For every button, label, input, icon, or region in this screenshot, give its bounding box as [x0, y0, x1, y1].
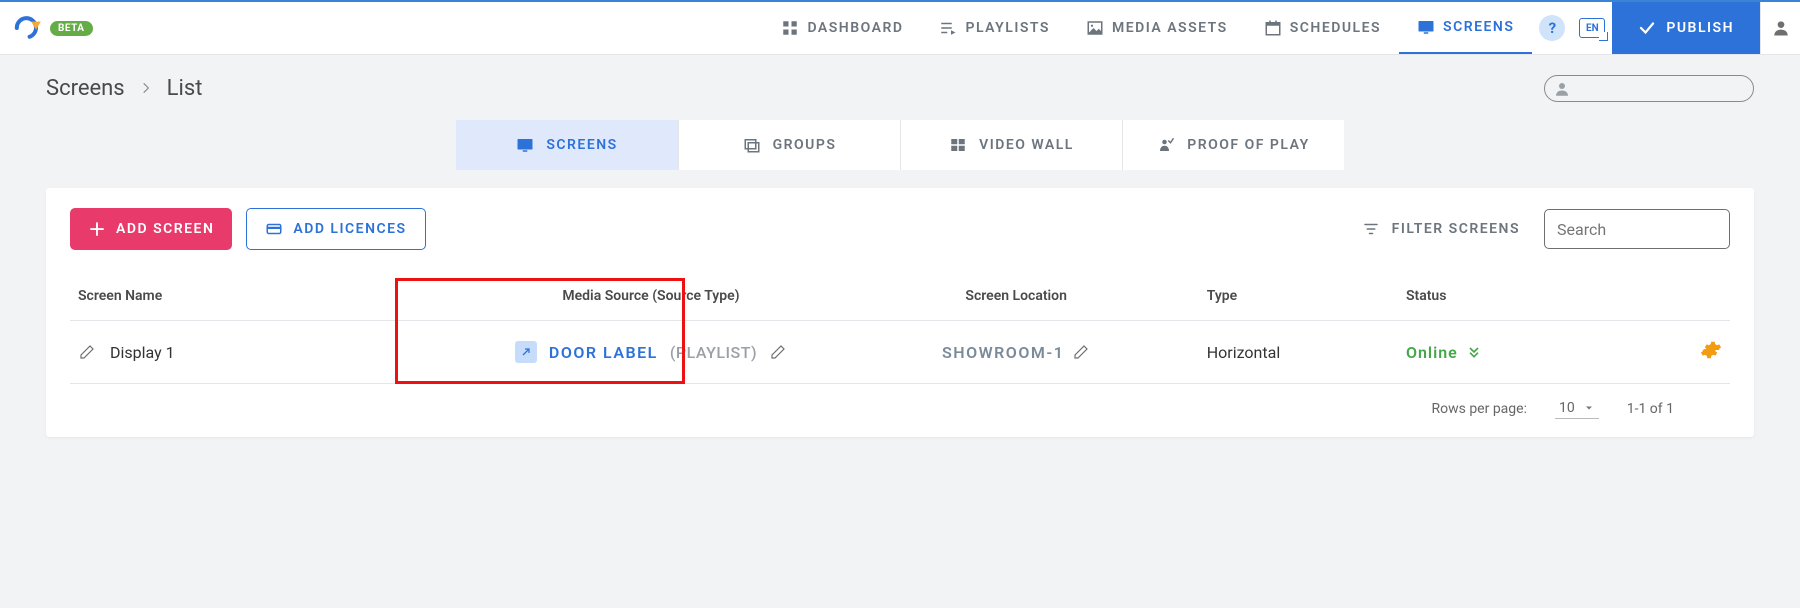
tab-label: GROUPS	[773, 137, 837, 153]
button-label: ADD LICENCES	[293, 221, 406, 237]
check-icon	[1638, 19, 1656, 37]
section-tabs: SCREENS GROUPS VIDEO WALL PROOF OF PLAY	[46, 120, 1754, 170]
publish-button[interactable]: PUBLISH	[1612, 2, 1760, 54]
caret-down-icon	[1583, 402, 1595, 414]
brand-logo-icon	[12, 15, 44, 41]
double-chevron-down-icon	[1466, 344, 1482, 360]
nav-dashboard[interactable]: DASHBOARD	[763, 2, 921, 54]
language-icon: EN	[1579, 18, 1605, 38]
tab-screens[interactable]: SCREENS	[456, 120, 678, 170]
card-icon	[265, 220, 283, 238]
nav-label: MEDIA ASSETS	[1112, 20, 1228, 36]
status-cell: Online	[1406, 343, 1622, 362]
th-media-source: Media Source (Source Type)	[468, 278, 833, 321]
edit-icon[interactable]	[1072, 343, 1090, 361]
account-button[interactable]	[1760, 2, 1800, 54]
user-chip[interactable]	[1544, 75, 1754, 102]
calendar-icon	[1264, 19, 1282, 37]
dashboard-icon	[781, 19, 799, 37]
nav-label: DASHBOARD	[807, 20, 903, 36]
screens-panel: ADD SCREEN ADD LICENCES FILTER SCREENS	[46, 188, 1754, 437]
tab-groups[interactable]: GROUPS	[678, 120, 900, 170]
filter-icon	[1362, 220, 1380, 238]
nav-label: PLAYLISTS	[965, 20, 1049, 36]
screen-icon	[516, 136, 534, 154]
app-header: BETA DASHBOARD PLAYLISTS MEDIA ASSETS SC…	[0, 0, 1800, 55]
open-link-icon	[515, 341, 537, 363]
table-row: Display 1 DOOR LABEL (PLAYLIST)	[70, 321, 1730, 384]
gear-icon	[1700, 339, 1722, 361]
panel-toolbar: ADD SCREEN ADD LICENCES FILTER SCREENS	[70, 208, 1730, 250]
breadcrumb-root[interactable]: Screens	[46, 76, 125, 101]
tab-proof-of-play[interactable]: PROOF OF PLAY	[1122, 120, 1344, 170]
th-screen-name: Screen Name	[70, 278, 468, 321]
tab-label: PROOF OF PLAY	[1187, 137, 1309, 153]
rows-per-page-value: 10	[1559, 400, 1575, 416]
filter-screens-button[interactable]: FILTER SCREENS	[1362, 220, 1520, 238]
rows-per-page-label: Rows per page:	[1431, 401, 1526, 417]
breadcrumb: Screens List	[46, 76, 202, 101]
screen-location-cell[interactable]: SHOWROOM-1	[842, 343, 1191, 362]
settings-button[interactable]	[1700, 346, 1722, 365]
publish-label: PUBLISH	[1666, 20, 1734, 36]
button-label: FILTER SCREENS	[1392, 221, 1520, 237]
main-nav: DASHBOARD PLAYLISTS MEDIA ASSETS SCHEDUL…	[763, 2, 1532, 54]
nav-label: SCREENS	[1443, 19, 1514, 35]
nav-label: SCHEDULES	[1290, 20, 1381, 36]
tab-label: VIDEO WALL	[979, 137, 1074, 153]
search-box[interactable]	[1544, 209, 1730, 249]
search-input[interactable]	[1555, 219, 1762, 240]
playlist-icon	[939, 19, 957, 37]
nav-media-assets[interactable]: MEDIA ASSETS	[1068, 2, 1246, 54]
video-wall-icon	[949, 136, 967, 154]
nav-schedules[interactable]: SCHEDULES	[1246, 2, 1399, 54]
screens-table-wrap: Screen Name Media Source (Source Type) S…	[70, 278, 1730, 384]
screen-name: Display 1	[110, 343, 175, 362]
header-tools: ? EN PUBLISH	[1532, 2, 1800, 54]
source-type: (PLAYLIST)	[670, 343, 757, 362]
type-cell: Horizontal	[1199, 321, 1398, 384]
button-label: ADD SCREEN	[116, 221, 214, 237]
tab-video-wall[interactable]: VIDEO WALL	[900, 120, 1122, 170]
language-button[interactable]: EN	[1572, 2, 1612, 54]
avatar-icon	[1553, 80, 1571, 98]
th-type: Type	[1199, 278, 1398, 321]
chevron-right-icon	[139, 76, 153, 101]
add-licences-button[interactable]: ADD LICENCES	[246, 208, 425, 250]
add-screen-button[interactable]: ADD SCREEN	[70, 208, 232, 250]
media-source-cell[interactable]: DOOR LABEL (PLAYLIST)	[476, 341, 825, 363]
edit-icon[interactable]	[78, 343, 96, 361]
nav-screens[interactable]: SCREENS	[1399, 2, 1532, 54]
breadcrumb-row: Screens List	[46, 75, 1754, 102]
media-icon	[1086, 19, 1104, 37]
rows-per-page-select[interactable]: 10	[1555, 398, 1599, 419]
screen-name-cell: Display 1	[78, 343, 460, 362]
th-status: Status	[1398, 278, 1630, 321]
beta-badge: BETA	[50, 21, 93, 36]
help-icon: ?	[1539, 15, 1565, 41]
source-name: DOOR LABEL	[549, 343, 658, 362]
nav-playlists[interactable]: PLAYLISTS	[921, 2, 1067, 54]
avatar-icon	[1771, 18, 1791, 38]
logo[interactable]: BETA	[12, 15, 93, 41]
th-screen-location: Screen Location	[834, 278, 1199, 321]
screens-table: Screen Name Media Source (Source Type) S…	[70, 278, 1730, 384]
tab-label: SCREENS	[546, 137, 617, 153]
location-name: SHOWROOM-1	[942, 343, 1064, 362]
edit-icon[interactable]	[769, 343, 787, 361]
breadcrumb-leaf: List	[167, 76, 203, 101]
plus-icon	[88, 220, 106, 238]
page-body: Screens List SCREENS GROUPS VIDEO WALL P…	[0, 55, 1800, 608]
status-label: Online	[1406, 343, 1458, 362]
screen-icon	[1417, 18, 1435, 36]
help-button[interactable]: ?	[1532, 2, 1572, 54]
pagination: Rows per page: 10 1-1 of 1	[70, 384, 1730, 425]
groups-icon	[743, 136, 761, 154]
pagination-range: 1-1 of 1	[1627, 401, 1674, 417]
proof-icon	[1157, 136, 1175, 154]
